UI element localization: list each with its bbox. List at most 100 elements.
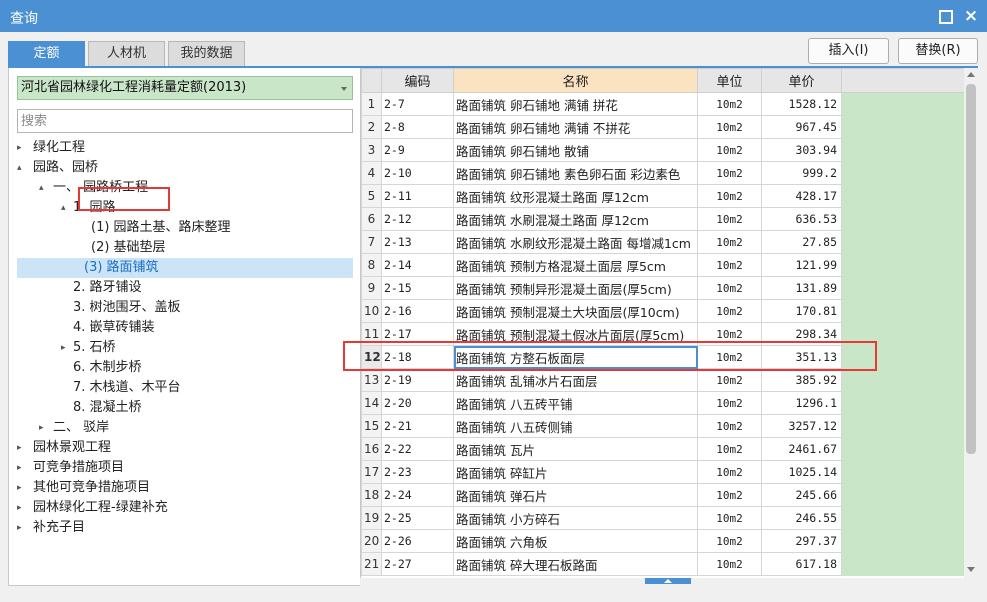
cell-price[interactable]: 1025.14 bbox=[761, 460, 842, 484]
row-number[interactable]: 15 bbox=[361, 414, 382, 438]
cell-name[interactable]: 路面铺筑 六角板 bbox=[453, 529, 698, 553]
cell-unit[interactable]: 10m2 bbox=[697, 552, 762, 576]
tree-item[interactable]: 3. 树池围牙、盖板 bbox=[9, 298, 361, 318]
caret-right-icon[interactable]: ▸ bbox=[61, 338, 71, 358]
table-row[interactable]: 14 2-20 路面铺筑 八五砖平铺 10m2 1296.1 bbox=[361, 391, 964, 415]
cell-unit[interactable]: 10m2 bbox=[697, 184, 762, 208]
cell-code[interactable]: 2-9 bbox=[381, 138, 454, 162]
cell-unit[interactable]: 10m2 bbox=[697, 414, 762, 438]
cell-code[interactable]: 2-26 bbox=[381, 529, 454, 553]
replace-button[interactable]: 替换(R) bbox=[898, 38, 978, 64]
tree-item[interactable]: ▸ 绿化工程 bbox=[9, 138, 361, 158]
cell-unit[interactable]: 10m2 bbox=[697, 207, 762, 231]
cell-unit[interactable]: 10m2 bbox=[697, 138, 762, 162]
scroll-down-icon[interactable] bbox=[967, 567, 975, 572]
cell-code[interactable]: 2-16 bbox=[381, 299, 454, 323]
cell-name[interactable]: 路面铺筑 弹石片 bbox=[453, 483, 698, 507]
tree-item[interactable]: (1) 园路土基、路床整理 bbox=[9, 218, 361, 238]
caret-down-icon[interactable]: ▴ bbox=[61, 198, 71, 218]
table-row[interactable]: 10 2-16 路面铺筑 预制混凝土大块面层(厚10cm) 10m2 170.81 bbox=[361, 299, 964, 323]
row-number[interactable]: 20 bbox=[361, 529, 382, 553]
cell-unit[interactable]: 10m2 bbox=[697, 299, 762, 323]
cell-price[interactable]: 636.53 bbox=[761, 207, 842, 231]
row-number[interactable]: 19 bbox=[361, 506, 382, 530]
cell-name[interactable]: 路面铺筑 水刷纹形混凝土路面 每增减1cm bbox=[453, 230, 698, 254]
tree-item[interactable]: 8. 混凝土桥 bbox=[9, 398, 361, 418]
cell-price[interactable]: 3257.12 bbox=[761, 414, 842, 438]
cell-unit[interactable]: 10m2 bbox=[697, 92, 762, 116]
cell-price[interactable]: 2461.67 bbox=[761, 437, 842, 461]
cell-code[interactable]: 2-23 bbox=[381, 460, 454, 484]
cell-price[interactable]: 27.85 bbox=[761, 230, 842, 254]
cell-code[interactable]: 2-7 bbox=[381, 92, 454, 116]
header-price[interactable]: 单价 bbox=[761, 68, 842, 93]
caret-right-icon[interactable]: ▸ bbox=[17, 518, 27, 538]
cell-name[interactable]: 路面铺筑 八五砖平铺 bbox=[453, 391, 698, 415]
tree-item[interactable]: ▴ 一、 园路桥工程 bbox=[9, 178, 361, 198]
tree-item[interactable]: ▴ 园路、园桥 bbox=[9, 158, 361, 178]
table-row[interactable]: 18 2-24 路面铺筑 弹石片 10m2 245.66 bbox=[361, 483, 964, 507]
cell-code[interactable]: 2-13 bbox=[381, 230, 454, 254]
table-row[interactable]: 19 2-25 路面铺筑 小方碎石 10m2 246.55 bbox=[361, 506, 964, 530]
tree-item[interactable]: 7. 木栈道、木平台 bbox=[9, 378, 361, 398]
row-number[interactable]: 9 bbox=[361, 276, 382, 300]
tree-item[interactable]: 6. 木制步桥 bbox=[9, 358, 361, 378]
cell-unit[interactable]: 10m2 bbox=[697, 460, 762, 484]
cell-unit[interactable]: 10m2 bbox=[697, 276, 762, 300]
table-row[interactable]: 20 2-26 路面铺筑 六角板 10m2 297.37 bbox=[361, 529, 964, 553]
caret-right-icon[interactable]: ▸ bbox=[17, 498, 27, 518]
tab-quota[interactable]: 定额 bbox=[8, 41, 85, 67]
cell-unit[interactable]: 10m2 bbox=[697, 161, 762, 185]
cell-name[interactable]: 路面铺筑 瓦片 bbox=[453, 437, 698, 461]
row-number[interactable]: 3 bbox=[361, 138, 382, 162]
caret-down-icon[interactable]: ▴ bbox=[17, 158, 27, 178]
cell-code[interactable]: 2-20 bbox=[381, 391, 454, 415]
cell-name[interactable]: 路面铺筑 卵石铺地 满铺 拼花 bbox=[453, 92, 698, 116]
cell-unit[interactable]: 10m2 bbox=[697, 483, 762, 507]
table-row[interactable]: 4 2-10 路面铺筑 卵石铺地 素色卵石面 彩边素色 10m2 999.2 bbox=[361, 161, 964, 185]
search-input[interactable] bbox=[17, 109, 353, 133]
cell-price[interactable]: 1528.12 bbox=[761, 92, 842, 116]
tab-labor-material-machine[interactable]: 人材机 bbox=[88, 41, 165, 67]
table-row[interactable]: 21 2-27 路面铺筑 碎大理石板路面 10m2 617.18 bbox=[361, 552, 964, 576]
scroll-thumb[interactable] bbox=[966, 84, 976, 454]
cell-name[interactable]: 路面铺筑 纹形混凝土路面 厚12cm bbox=[453, 184, 698, 208]
cell-name[interactable]: 路面铺筑 乱铺冰片石面层 bbox=[453, 368, 698, 392]
cell-unit[interactable]: 10m2 bbox=[697, 368, 762, 392]
row-number[interactable]: 1 bbox=[361, 92, 382, 116]
header-code[interactable]: 编码 bbox=[381, 68, 454, 93]
tree-item[interactable]: (2) 基础垫层 bbox=[9, 238, 361, 258]
caret-right-icon[interactable]: ▸ bbox=[17, 138, 27, 158]
table-row[interactable]: 15 2-21 路面铺筑 八五砖侧铺 10m2 3257.12 bbox=[361, 414, 964, 438]
cell-code[interactable]: 2-14 bbox=[381, 253, 454, 277]
row-number[interactable]: 14 bbox=[361, 391, 382, 415]
tree-item[interactable]: ▸ 园林景观工程 bbox=[9, 438, 361, 458]
table-row[interactable]: 16 2-22 路面铺筑 瓦片 10m2 2461.67 bbox=[361, 437, 964, 461]
tree-item[interactable]: ▸ 可竞争措施项目 bbox=[9, 458, 361, 478]
cell-name[interactable]: 路面铺筑 水刷混凝土路面 厚12cm bbox=[453, 207, 698, 231]
caret-right-icon[interactable]: ▸ bbox=[39, 418, 49, 438]
row-number[interactable]: 17 bbox=[361, 460, 382, 484]
caret-right-icon[interactable]: ▸ bbox=[17, 458, 27, 478]
cell-name[interactable]: 路面铺筑 卵石铺地 素色卵石面 彩边素色 bbox=[453, 161, 698, 185]
row-number[interactable]: 16 bbox=[361, 437, 382, 461]
cell-name[interactable]: 路面铺筑 小方碎石 bbox=[453, 506, 698, 530]
cell-price[interactable]: 967.45 bbox=[761, 115, 842, 139]
cell-code[interactable]: 2-27 bbox=[381, 552, 454, 576]
caret-down-icon[interactable]: ▴ bbox=[39, 178, 49, 198]
cell-code[interactable]: 2-15 bbox=[381, 276, 454, 300]
cell-name[interactable]: 路面铺筑 卵石铺地 散铺 bbox=[453, 138, 698, 162]
table-row[interactable]: 9 2-15 路面铺筑 预制异形混凝土面层(厚5cm) 10m2 131.89 bbox=[361, 276, 964, 300]
cell-price[interactable]: 1296.1 bbox=[761, 391, 842, 415]
row-number[interactable]: 5 bbox=[361, 184, 382, 208]
tree-item[interactable]: 4. 嵌草砖铺装 bbox=[9, 318, 361, 338]
cell-price[interactable]: 245.66 bbox=[761, 483, 842, 507]
cell-code[interactable]: 2-11 bbox=[381, 184, 454, 208]
cell-code[interactable]: 2-19 bbox=[381, 368, 454, 392]
cell-price[interactable]: 428.17 bbox=[761, 184, 842, 208]
caret-right-icon[interactable]: ▸ bbox=[17, 438, 27, 458]
tree-item[interactable]: ▸ 其他可竞争措施项目 bbox=[9, 478, 361, 498]
table-row[interactable]: 1 2-7 路面铺筑 卵石铺地 满铺 拼花 10m2 1528.12 bbox=[361, 92, 964, 116]
row-number[interactable]: 2 bbox=[361, 115, 382, 139]
table-row[interactable]: 13 2-19 路面铺筑 乱铺冰片石面层 10m2 385.92 bbox=[361, 368, 964, 392]
